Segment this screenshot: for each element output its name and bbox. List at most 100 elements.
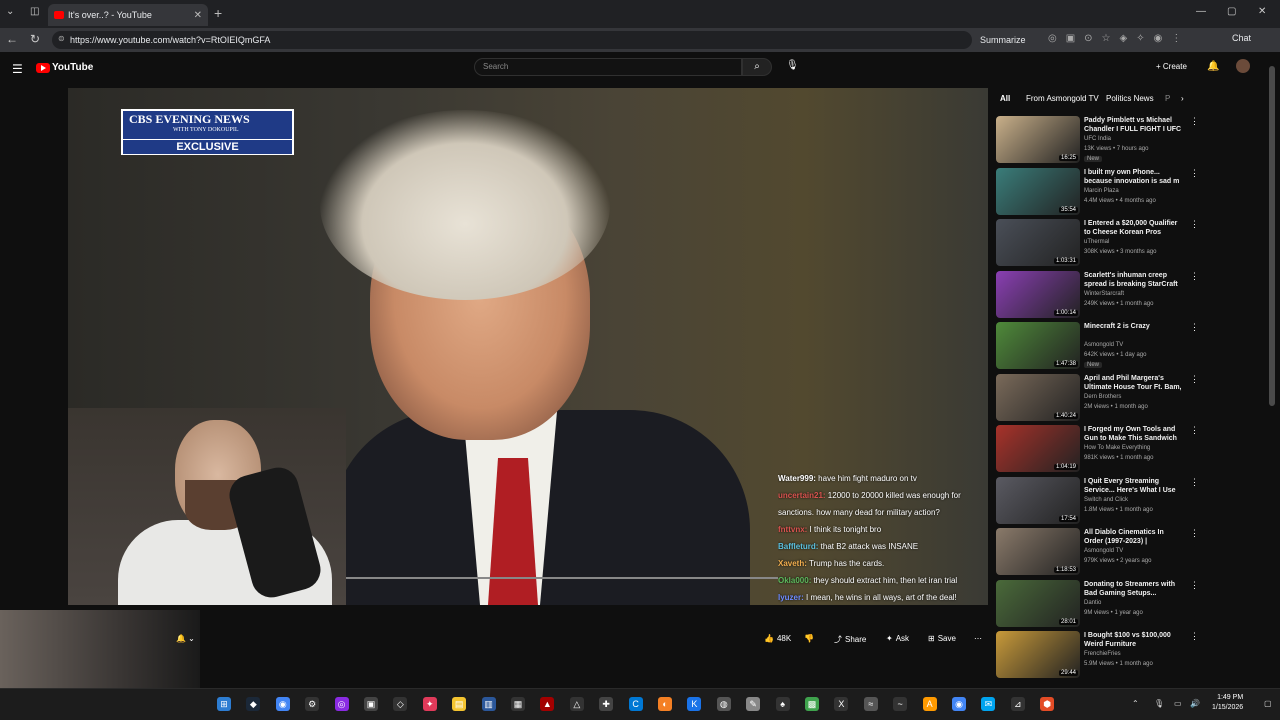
more-actions-icon[interactable]: ⋯ xyxy=(974,634,982,643)
url-field[interactable]: https://www.youtube.com/watch?v=RtOIEIQm… xyxy=(52,31,972,49)
channel-name[interactable]: Marcin Plaza xyxy=(1084,188,1119,194)
video-thumbnail[interactable]: 35:54 xyxy=(996,167,1080,215)
more-options-icon[interactable]: ⋮ xyxy=(1190,528,1199,539)
taskbar-app-icon[interactable]: ◍ xyxy=(716,697,731,711)
taskbar-app-icon[interactable]: X xyxy=(834,697,849,711)
tray-volume-icon[interactable]: 🔊 xyxy=(1190,699,1200,708)
save-button[interactable]: ⊞ Save xyxy=(928,634,956,643)
video-thumbnail[interactable]: 29:44 xyxy=(996,631,1080,678)
more-options-icon[interactable]: ⋮ xyxy=(1190,116,1199,127)
video-title[interactable]: I Quit Every Streaming Service... Here's… xyxy=(1084,477,1184,495)
more-options-icon[interactable]: ⋮ xyxy=(1190,374,1199,385)
video-thumbnail[interactable]: 16:25 xyxy=(996,116,1080,163)
tab-menu-icon[interactable]: ⌄ xyxy=(6,6,14,17)
channel-name[interactable]: uThermal xyxy=(1084,239,1109,245)
close-tab-icon[interactable]: ✕ xyxy=(194,10,202,21)
share-button[interactable]: ⤴ Share xyxy=(834,634,866,645)
recommended-video[interactable]: 1:47:38 Minecraft 2 is Crazy Asmongold TV 6… xyxy=(996,322,1262,372)
taskbar-folder-icon[interactable]: ▤ xyxy=(452,697,467,711)
more-options-icon[interactable]: ⋮ xyxy=(1190,425,1199,436)
video-title[interactable]: Paddy Pimblett vs Michael Chandler I FUL… xyxy=(1084,116,1184,134)
channel-name[interactable]: FrenchieFries xyxy=(1084,651,1121,657)
video-title[interactable]: I built my own Phone... because innovati… xyxy=(1084,168,1184,186)
tray-mic-icon[interactable]: 🎙 xyxy=(1154,699,1164,708)
summarize-button[interactable]: Summarize xyxy=(980,35,1026,45)
chat-username[interactable]: uncertain21: xyxy=(778,491,826,500)
more-options-icon[interactable]: ⋮ xyxy=(1190,477,1199,488)
taskbar-app-icon[interactable]: ≈ xyxy=(863,697,878,711)
recommended-video[interactable]: 16:25 Paddy Pimblett vs Michael Chandler … xyxy=(996,116,1262,166)
taskbar-app-icon[interactable]: ~ xyxy=(893,697,908,711)
taskbar-app-icon[interactable]: ▲ xyxy=(540,697,555,711)
taskbar-steam-icon[interactable]: ◆ xyxy=(246,697,261,711)
channel-name[interactable]: How To Make Everything xyxy=(1084,445,1150,451)
taskbar-mail-icon[interactable]: ✉ xyxy=(981,697,996,711)
video-title[interactable]: Scarlett's inhuman creep spread is break… xyxy=(1084,271,1184,289)
back-icon[interactable]: ← xyxy=(6,32,18,46)
channel-name[interactable]: Asmongold TV xyxy=(1084,548,1123,554)
more-options-icon[interactable]: ⋮ xyxy=(1190,219,1199,230)
browser-tab-youtube[interactable]: It's over..? - YouTube ✕ xyxy=(48,4,208,26)
taskbar-app-icon[interactable]: ♠ xyxy=(775,697,790,711)
channel-name[interactable]: Asmongold TV xyxy=(1084,342,1123,348)
recommended-video[interactable]: 1:03:31 I Entered a $20,000 Qualifier to … xyxy=(996,219,1262,269)
taskbar-app-icon[interactable]: ⬢ xyxy=(1040,697,1055,711)
taskbar-obs-icon[interactable]: ◎ xyxy=(334,697,349,711)
recommended-video[interactable]: 1:40:24 April and Phil Margera's Ultimate… xyxy=(996,373,1262,424)
video-progress-bar[interactable] xyxy=(346,577,778,579)
more-options-icon[interactable]: ⋮ xyxy=(1190,168,1199,179)
taskbar-clock[interactable]: 1:49 PM 1/15/2026 xyxy=(1212,693,1243,713)
chat-username[interactable]: Okla000: xyxy=(778,576,811,585)
taskbar-app-icon[interactable]: ✎ xyxy=(746,697,761,711)
video-title[interactable]: April and Phil Margera's Ultimate House … xyxy=(1084,374,1184,392)
recommended-video[interactable]: 29:44 I Bought $100 vs $100,000 Weird Fur… xyxy=(996,631,1262,681)
taskbar-settings-icon[interactable]: ⚙ xyxy=(305,697,320,711)
site-info-icon[interactable]: ⊜ xyxy=(58,34,65,43)
channel-name[interactable]: UFC India xyxy=(1084,136,1111,142)
video-title[interactable]: I Entered a $20,000 Qualifier to Cheese … xyxy=(1084,219,1184,237)
chip-all[interactable]: All xyxy=(1000,94,1010,103)
video-thumbnail[interactable]: 1:47:38 xyxy=(996,322,1080,369)
taskbar-minecraft-icon[interactable]: ▩ xyxy=(805,697,819,711)
chevron-right-icon[interactable]: › xyxy=(1181,94,1184,103)
more-options-icon[interactable]: ⋮ xyxy=(1190,271,1199,282)
new-tab-icon[interactable]: + xyxy=(214,5,222,21)
taskbar-app-icon[interactable]: ✦ xyxy=(422,697,437,711)
video-title[interactable]: All Diablo Cinematics In Order (1997-202… xyxy=(1084,528,1184,546)
video-thumbnail[interactable]: 1:40:24 xyxy=(996,373,1080,421)
recommended-video[interactable]: 35:54 I built my own Phone... because inn… xyxy=(996,167,1262,218)
chip-from-asmongold[interactable]: From Asmongold TV xyxy=(1026,94,1099,103)
chat-username[interactable]: Water999: xyxy=(778,474,816,483)
tray-chevron-icon[interactable]: ⌃ xyxy=(1132,699,1139,708)
taskbar-blender-icon[interactable]: ◐ xyxy=(658,697,672,711)
notification-icon[interactable]: ▢ xyxy=(1264,699,1272,708)
video-thumbnail[interactable]: 17:54 xyxy=(996,476,1080,524)
taskbar-app-icon[interactable]: ✚ xyxy=(599,697,614,711)
more-options-icon[interactable]: ⋮ xyxy=(1190,322,1199,333)
account-avatar[interactable] xyxy=(1236,59,1250,73)
channel-name[interactable]: Dern Brothers xyxy=(1084,394,1121,400)
video-thumbnail[interactable]: 1:00:14 xyxy=(996,270,1080,318)
chip-politics-news[interactable]: Politics News xyxy=(1106,94,1154,103)
recommended-video[interactable]: 17:54 I Quit Every Streaming Service... H… xyxy=(996,476,1262,527)
channel-name[interactable]: Dantio xyxy=(1084,600,1101,606)
video-title[interactable]: I Forged my Own Tools and Gun to Make Th… xyxy=(1084,425,1184,443)
search-icon[interactable]: ⌕ xyxy=(742,58,772,76)
workspaces-icon[interactable]: ◫ xyxy=(30,6,39,17)
video-thumbnail[interactable]: 28:01 xyxy=(996,579,1080,627)
taskbar-word-icon[interactable]: ▥ xyxy=(481,697,496,711)
recommended-video[interactable]: 1:18:53 All Diablo Cinematics In Order (1… xyxy=(996,528,1262,578)
chat-username[interactable]: Iyuzer: xyxy=(778,593,804,602)
video-title[interactable]: Minecraft 2 is Crazy xyxy=(1084,322,1184,331)
taskbar-app-icon[interactable]: △ xyxy=(569,697,584,711)
video-title[interactable]: Donating to Streamers with Bad Gaming Se… xyxy=(1084,580,1184,598)
recommended-video[interactable]: 28:01 Donating to Streamers with Bad Gami… xyxy=(996,579,1262,630)
menu-icon[interactable]: ☰ xyxy=(12,62,23,76)
ask-button[interactable]: ✦ Ask xyxy=(886,634,909,643)
video-title[interactable]: I Bought $100 vs $100,000 Weird Furnitur… xyxy=(1084,631,1184,649)
minimize-icon[interactable]: — xyxy=(1196,6,1206,17)
channel-name[interactable]: WinterStarcraft xyxy=(1084,291,1124,297)
taskbar-app-icon[interactable]: ▣ xyxy=(364,697,378,711)
recommended-video[interactable]: 1:04:19 I Forged my Own Tools and Gun to … xyxy=(996,425,1262,475)
like-button[interactable]: 👍 48K xyxy=(764,634,791,643)
